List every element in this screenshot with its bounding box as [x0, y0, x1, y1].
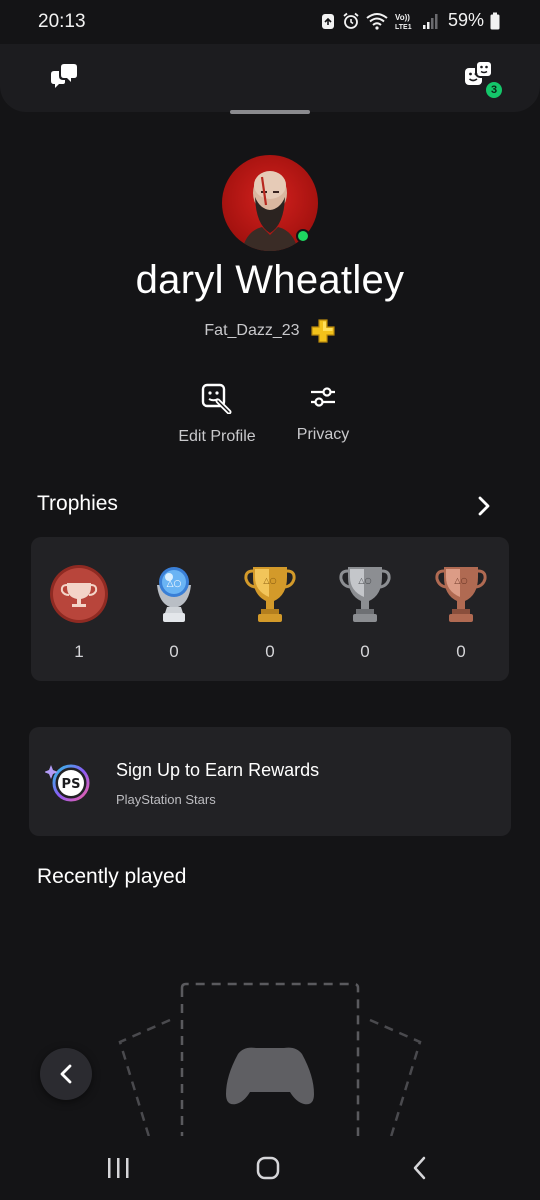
system-nav-bar — [0, 1136, 540, 1200]
gamepad-icon — [226, 1047, 314, 1105]
wifi-icon — [366, 12, 388, 30]
privacy-button[interactable]: Privacy — [284, 382, 362, 444]
privacy-label: Privacy — [296, 426, 350, 443]
chat-bubbles-icon — [51, 64, 77, 88]
trophy-summary-card[interactable]: 1 △○ 0 △○ 0 △○ 0 △○ 0 — [31, 537, 509, 681]
notification-badge: 3 — [484, 80, 504, 100]
trophy-silver-count: 0 — [360, 642, 370, 661]
home-button[interactable] — [248, 1152, 288, 1184]
edit-profile-button[interactable]: Edit Profile — [168, 382, 266, 446]
stars-banner-title: Sign Up to Earn Rewards — [116, 760, 320, 780]
chevron-left-icon — [60, 1064, 72, 1084]
trophy-gold: △○ 0 — [235, 563, 305, 662]
trophy-silver: △○ 0 — [330, 563, 400, 662]
status-icons: Vo)) LTE1 59% — [320, 10, 500, 31]
edit-profile-label: Edit Profile — [178, 428, 256, 445]
lte-icon: Vo)) LTE1 — [395, 13, 412, 30]
status-time: 20:13 — [38, 11, 86, 32]
trophy-bronze-count: 0 — [456, 642, 466, 661]
sliders-icon — [311, 387, 335, 407]
trophy-gold-count: 0 — [265, 642, 275, 661]
display-name: daryl Wheatley — [135, 258, 405, 302]
online-id-row: Fat_Dazz_23 — [0, 318, 540, 344]
recents-button[interactable] — [98, 1152, 138, 1184]
trophy-bronze: △○ 0 — [426, 563, 496, 662]
stars-banner-subtitle: PlayStation Stars — [116, 792, 216, 807]
playstation-plus-icon — [310, 319, 335, 343]
svg-text:△○: △○ — [263, 576, 276, 585]
recycle-notification-icon — [321, 13, 334, 29]
back-floating-button[interactable] — [40, 1048, 92, 1100]
drag-handle[interactable] — [230, 110, 310, 114]
svg-text:△○: △○ — [167, 579, 182, 589]
platinum-trophy-icon: △○ — [157, 567, 191, 622]
chevron-right-icon — [478, 496, 490, 516]
svg-text:Vo)): Vo)) — [395, 13, 410, 22]
battery-icon — [490, 12, 500, 29]
back-button[interactable] — [400, 1152, 440, 1184]
home-icon — [256, 1156, 280, 1180]
signal-icon — [422, 13, 438, 29]
trophy-level-icon — [50, 565, 108, 623]
gold-trophy-icon: △○ — [244, 567, 296, 622]
trophy-platinum-count: 0 — [169, 642, 179, 661]
battery-percentage: 59% — [447, 10, 484, 30]
svg-text:△○: △○ — [454, 576, 467, 585]
alarm-icon — [343, 12, 359, 29]
messages-button[interactable] — [44, 56, 84, 96]
trophies-more-button[interactable] — [470, 492, 498, 520]
svg-text:LTE1: LTE1 — [395, 24, 412, 30]
online-status-indicator — [296, 229, 310, 243]
silver-trophy-icon: △○ — [339, 567, 391, 622]
recents-icon — [108, 1158, 129, 1178]
svg-text:PS: PS — [62, 777, 81, 792]
back-icon — [413, 1156, 426, 1180]
svg-text:△○: △○ — [358, 576, 371, 585]
trophy-level: 1 — [44, 563, 114, 662]
online-id: Fat_Dazz_23 — [204, 322, 300, 339]
edit-profile-icon — [201, 383, 232, 414]
empty-games-illustration — [118, 982, 422, 1140]
trophies-title: Trophies — [37, 492, 118, 515]
trophy-platinum: △○ 0 — [139, 563, 209, 662]
recently-played-title: Recently played — [37, 865, 187, 888]
trophy-level-count: 1 — [74, 642, 84, 661]
playstation-stars-banner[interactable]: PS Sign Up to Earn Rewards PlayStation S… — [29, 727, 511, 836]
bronze-trophy-icon: △○ — [435, 567, 487, 622]
playstation-stars-icon: PS — [45, 764, 90, 802]
status-bar: 20:13 Vo)) LTE1 59% — [0, 0, 540, 44]
